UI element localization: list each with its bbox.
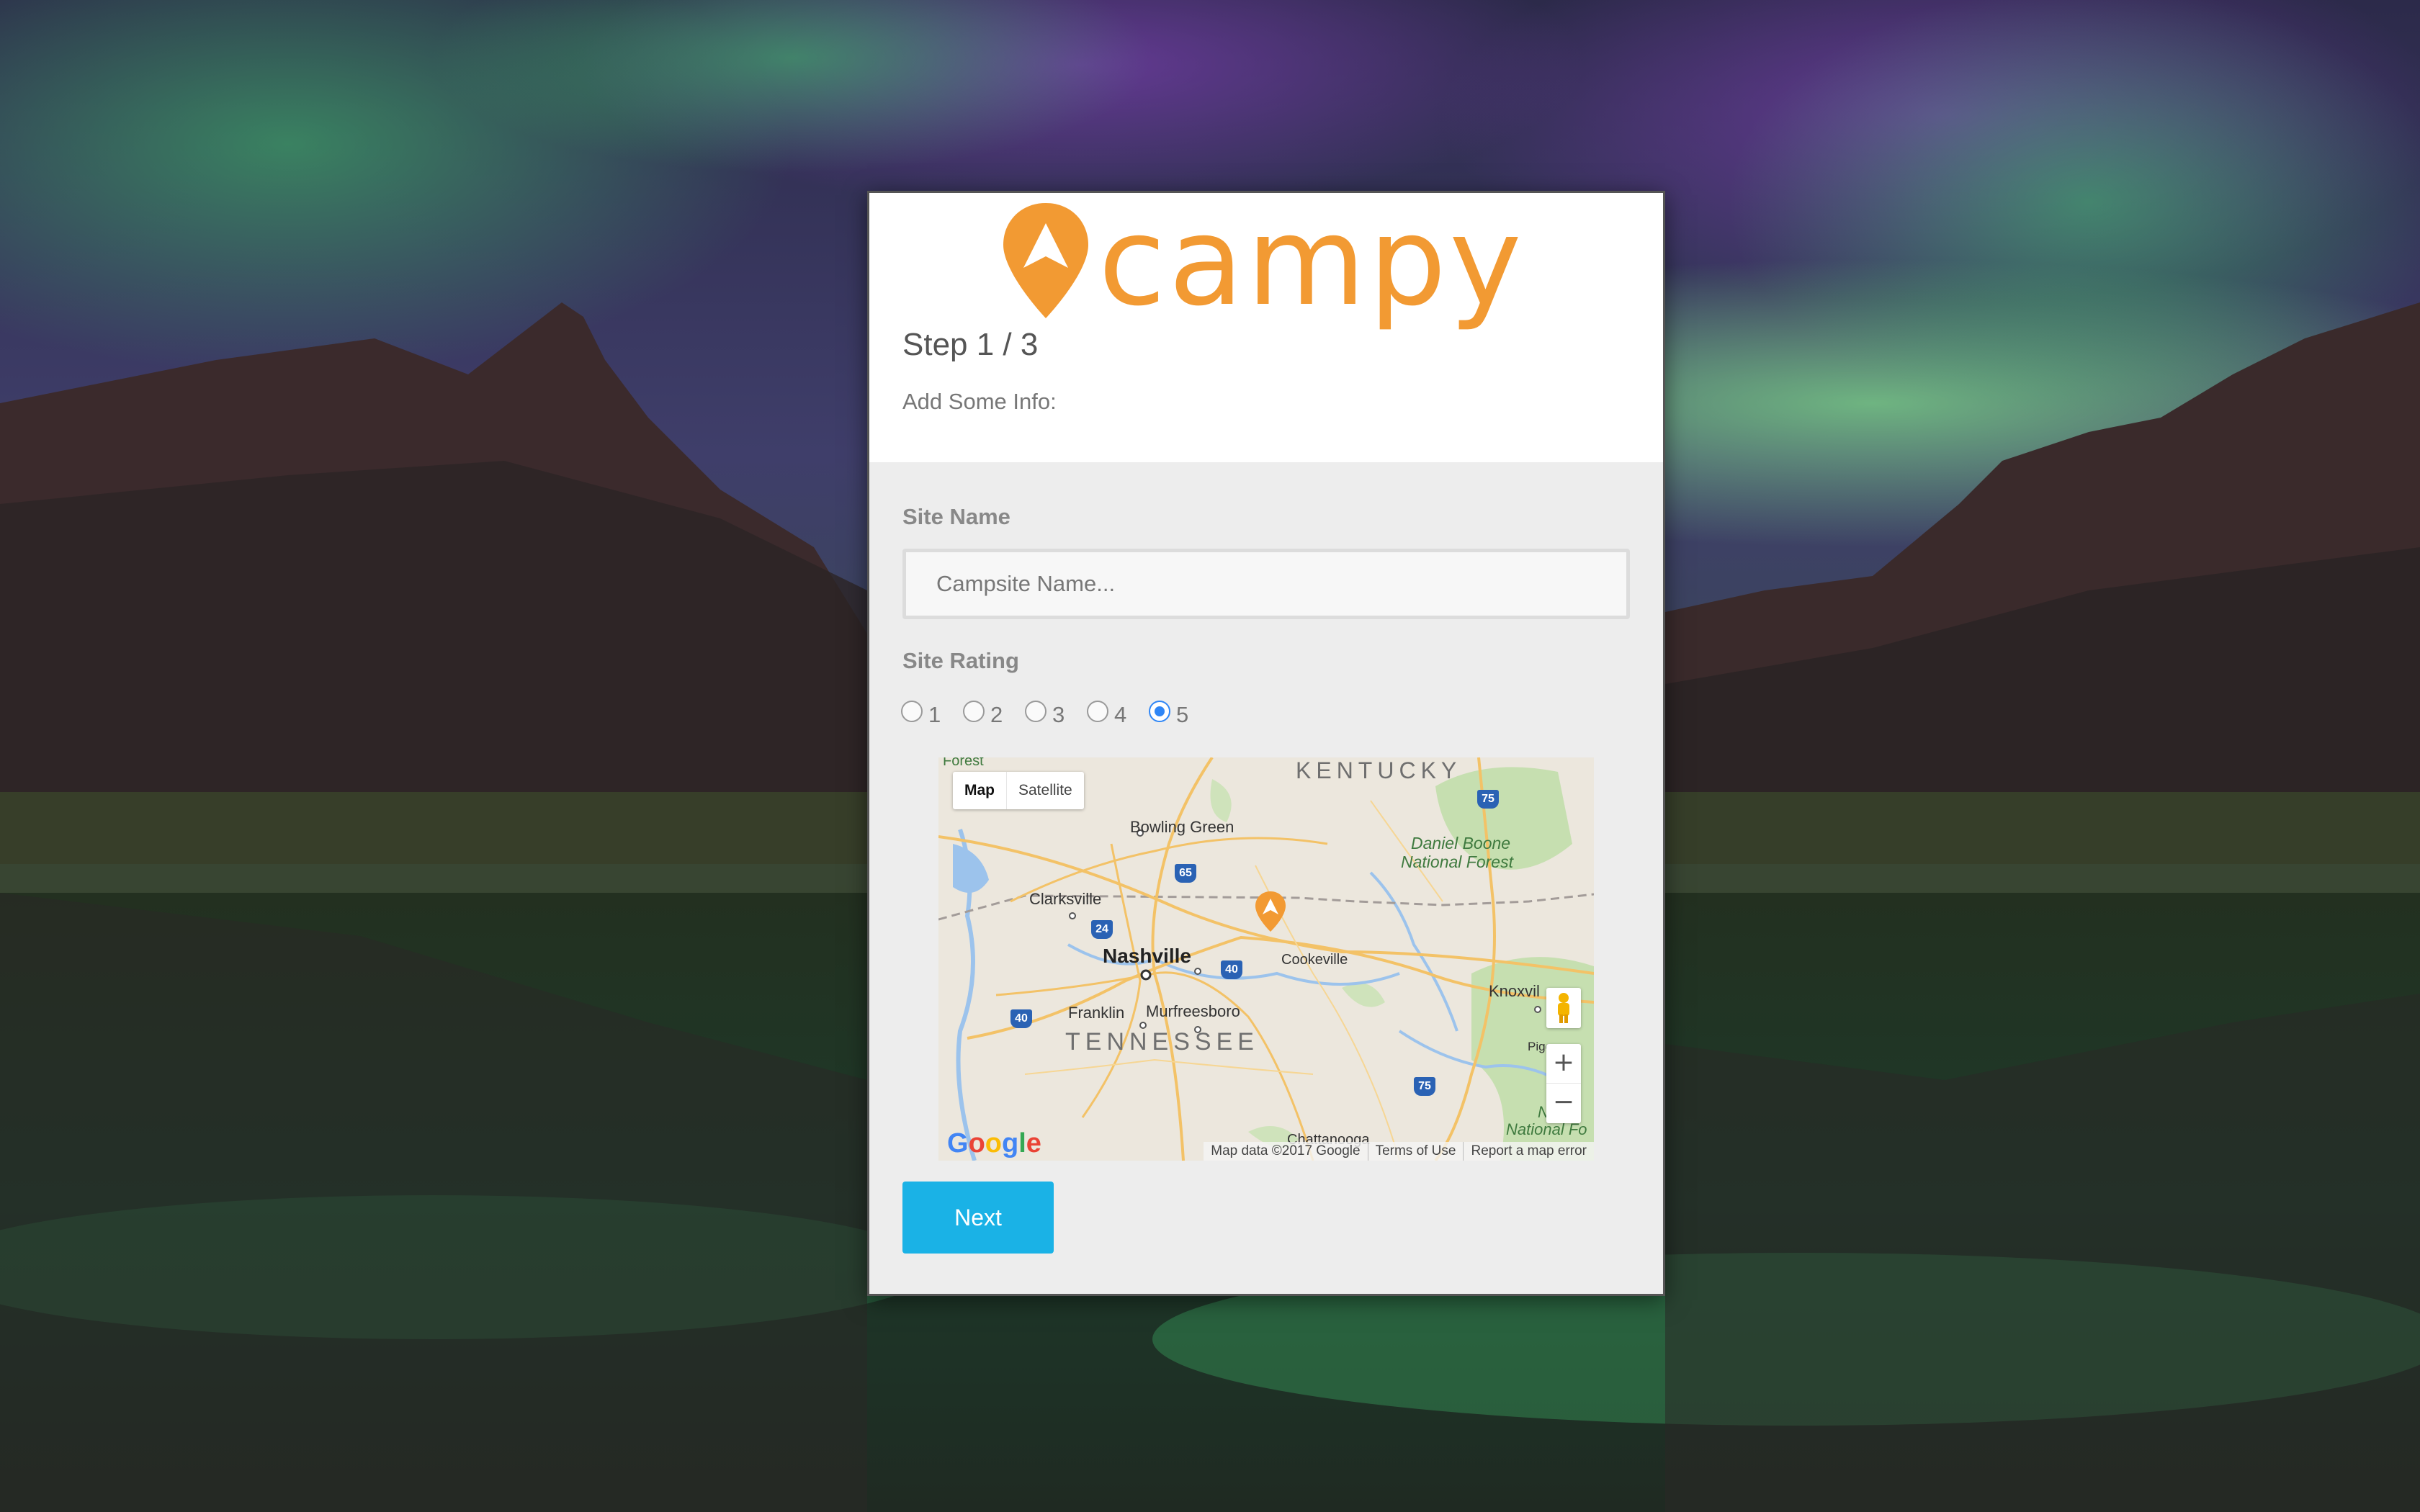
map-label: National Forest (1401, 852, 1513, 871)
map-type-control: Map Satellite (953, 772, 1084, 809)
map-type-map-button[interactable]: Map (953, 772, 1007, 809)
map-label: Knoxvil (1489, 982, 1540, 1000)
rating-option-label: 3 (1052, 702, 1065, 727)
rating-option-label: 2 (990, 702, 1003, 727)
interstate-shield-icon: 75 (1477, 790, 1499, 809)
site-name-input[interactable] (902, 549, 1630, 619)
map-tiles (938, 757, 1594, 1161)
map-label: Murfreesboro (1146, 1002, 1240, 1020)
rating-option-4[interactable]: 4 (1087, 697, 1127, 727)
map-label: Bowling Green (1130, 818, 1234, 836)
location-map[interactable]: 75 65 24 40 40 75 Forest KENTUCKY Bowlin… (938, 757, 1594, 1161)
radio-button[interactable] (963, 701, 985, 722)
zoom-out-button[interactable]: − (1546, 1084, 1581, 1123)
interstate-shield-icon: 65 (1175, 864, 1196, 883)
map-type-satellite-button[interactable]: Satellite (1007, 772, 1084, 809)
map-label: Forest (943, 757, 984, 769)
brand-name: campy (1098, 191, 1525, 333)
map-label: Daniel Boone (1411, 834, 1511, 852)
map-data-attribution: Map data ©2017 Google (1211, 1143, 1361, 1158)
map-zoom-control: + − (1546, 1044, 1581, 1123)
next-button[interactable]: Next (902, 1182, 1054, 1254)
map-label: Clarksville (1029, 890, 1102, 908)
zoom-in-button[interactable]: + (1546, 1044, 1581, 1084)
interstate-shield-icon: 24 (1091, 920, 1113, 939)
site-rating-label: Site Rating (902, 648, 1019, 673)
radio-button[interactable] (1025, 701, 1047, 722)
radio-button[interactable] (1087, 701, 1108, 722)
interstate-shield-icon: 75 (1414, 1077, 1435, 1096)
step-title: Step 1 / 3 (902, 327, 1039, 362)
rating-option-label: 5 (1176, 702, 1189, 727)
google-logo: Google (947, 1128, 1041, 1158)
interstate-shield-icon: 40 (1010, 1009, 1032, 1028)
map-label-state: TENNESSEE (1065, 1028, 1259, 1056)
radio-button-selected[interactable] (1149, 701, 1170, 722)
location-pin-icon (1003, 203, 1088, 318)
rating-option-3[interactable]: 3 (1025, 697, 1065, 727)
campy-logo: campy (999, 197, 1546, 327)
rating-option-5[interactable]: 5 (1149, 697, 1189, 727)
terms-of-use-link[interactable]: Terms of Use (1367, 1142, 1464, 1161)
report-map-error-link[interactable]: Report a map error (1463, 1142, 1594, 1161)
street-view-pegman-icon[interactable] (1546, 988, 1581, 1028)
site-name-label: Site Name (902, 504, 1010, 529)
map-label: Cookeville (1281, 952, 1348, 968)
map-attribution-bar: Map data ©2017 Google Terms of Use Repor… (1204, 1142, 1594, 1161)
step-subtitle: Add Some Info: (902, 389, 1057, 414)
radio-button[interactable] (901, 701, 923, 722)
rating-option-label: 1 (928, 702, 941, 727)
card-header: campy Step 1 / 3 Add Some Info: (869, 193, 1663, 462)
map-label: Nashville (1103, 945, 1191, 967)
rating-option-1[interactable]: 1 (901, 697, 941, 727)
new-site-wizard-card: campy Step 1 / 3 Add Some Info: Site Nam… (867, 191, 1665, 1296)
rating-option-label: 4 (1114, 702, 1127, 727)
rating-option-2[interactable]: 2 (963, 697, 1003, 727)
map-label-state: KENTUCKY (1296, 757, 1462, 783)
interstate-shield-icon: 40 (1221, 960, 1242, 979)
map-label: Franklin (1068, 1004, 1125, 1022)
